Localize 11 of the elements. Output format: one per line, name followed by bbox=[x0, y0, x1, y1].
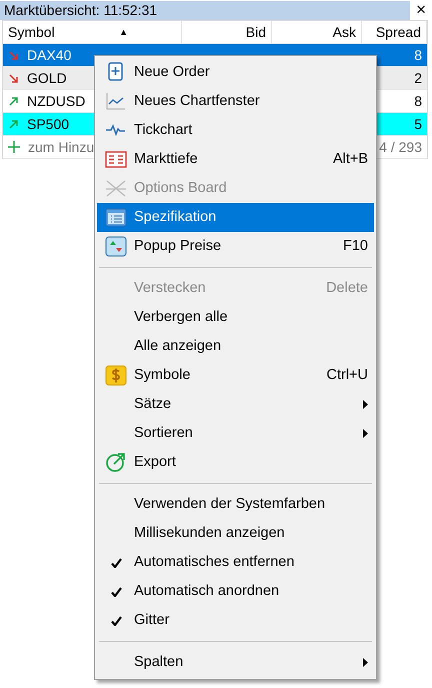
window-title: Marktübersicht: 11:52:31 bbox=[0, 0, 410, 20]
spread-value: 8 bbox=[414, 92, 422, 108]
symbol-text: DAX40 bbox=[27, 46, 72, 64]
spread-value: 8 bbox=[414, 46, 422, 62]
spread-value: 2 bbox=[414, 70, 422, 86]
sort-arrow-icon: ▲ bbox=[119, 21, 128, 44]
symbol-text: NZDUSD bbox=[27, 92, 86, 110]
symbol-count: 4 / 293 bbox=[379, 138, 422, 154]
spread-value: 5 bbox=[414, 116, 422, 132]
symbol-text: GOLD bbox=[27, 68, 67, 88]
symbol-text: SP500 bbox=[27, 114, 70, 134]
